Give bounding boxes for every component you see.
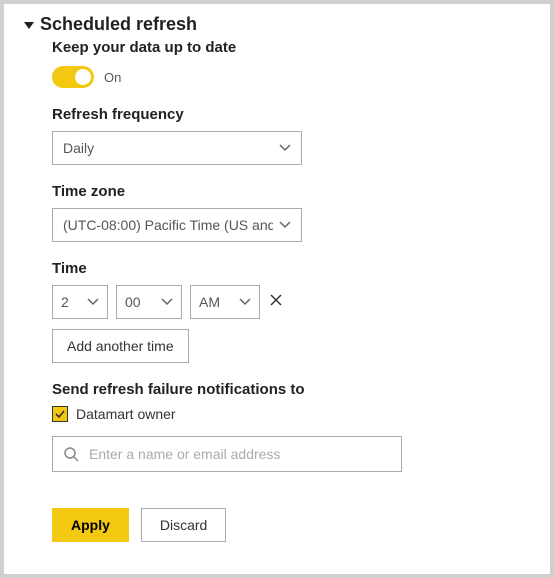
add-time-label: Add another time [67,338,174,354]
section-title: Scheduled refresh [40,14,197,35]
timezone-select[interactable]: (UTC-08:00) Pacific Time (US and Canada) [52,208,302,242]
frequency-label: Refresh frequency [52,106,530,123]
chevron-down-icon [87,296,99,308]
search-icon [63,446,79,462]
apply-button[interactable]: Apply [52,508,129,542]
time-row: 2 00 AM [52,285,530,319]
add-another-time-button[interactable]: Add another time [52,329,189,363]
chevron-down-icon [279,142,291,154]
chevron-down-icon [161,296,173,308]
frequency-select[interactable]: Daily [52,131,302,165]
time-minute-select[interactable]: 00 [116,285,182,319]
notification-recipient-input[interactable]: Enter a name or email address [52,436,402,472]
notifications-label: Send refresh failure notifications to [52,381,530,398]
time-hour-select[interactable]: 2 [52,285,108,319]
apply-button-label: Apply [71,517,110,533]
timezone-label: Time zone [52,183,530,200]
keep-data-toggle-state: On [104,70,121,85]
time-ampm-select[interactable]: AM [190,285,260,319]
scheduled-refresh-panel: Scheduled refresh Keep your data up to d… [0,0,554,578]
discard-button-label: Discard [160,517,207,533]
time-hour-value: 2 [61,294,69,310]
datamart-owner-label: Datamart owner [76,406,176,422]
chevron-down-icon [279,219,291,231]
chevron-down-icon [239,296,251,308]
caret-down-icon [24,22,34,29]
time-label: Time [52,260,530,277]
frequency-value: Daily [63,140,94,156]
time-ampm-value: AM [199,294,220,310]
checkmark-icon [54,408,66,420]
datamart-owner-checkbox[interactable] [52,406,68,422]
keep-data-label: Keep your data up to date [52,39,530,56]
remove-time-button[interactable] [268,293,284,311]
keep-data-toggle[interactable] [52,66,94,88]
section-header[interactable]: Scheduled refresh [24,14,530,35]
time-minute-value: 00 [125,294,141,310]
close-icon [270,294,282,306]
timezone-value: (UTC-08:00) Pacific Time (US and Canada) [63,217,273,233]
discard-button[interactable]: Discard [141,508,226,542]
notification-input-placeholder: Enter a name or email address [89,446,280,462]
